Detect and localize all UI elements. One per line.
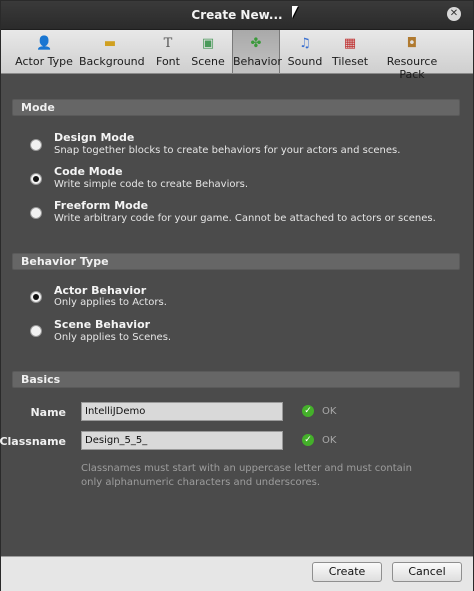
scene-icon: ▣	[201, 36, 215, 51]
create-button[interactable]: Create	[312, 562, 382, 582]
actor-behavior-title[interactable]: Actor Behavior	[54, 284, 146, 297]
classname-status: OK	[322, 435, 337, 446]
classname-label: Classname	[0, 435, 66, 448]
font-icon: T	[163, 36, 173, 51]
actor-icon: 👤	[36, 36, 53, 51]
tab-sound[interactable]: ♫ Sound	[286, 30, 324, 73]
tab-tileset[interactable]: ▦ Tileset	[329, 30, 371, 73]
checkmark-icon: ✓	[302, 434, 314, 446]
tab-actor-type[interactable]: 👤 Actor Type	[9, 30, 79, 73]
background-icon: ▬	[103, 36, 117, 51]
behavior-icon: ✤	[250, 36, 262, 51]
actor-behavior-desc: Only applies to Actors.	[54, 297, 167, 308]
create-new-dialog: Create New... ✕ 👤 Actor Type ▬ Backgroun…	[0, 0, 474, 591]
name-label: Name	[30, 406, 66, 419]
classname-input[interactable]	[81, 431, 283, 450]
mouse-cursor-icon	[292, 6, 298, 18]
tab-label: Font	[156, 55, 180, 68]
tab-label: Tileset	[331, 55, 369, 68]
tab-label: Behavior	[233, 55, 282, 68]
tab-label: Background	[79, 55, 145, 68]
tab-resource-pack[interactable]: ◘ Resource Pack	[374, 30, 450, 81]
resource-type-toolbar: 👤 Actor Type ▬ Background T Font ▣ Scene…	[1, 30, 473, 81]
code-mode-title[interactable]: Code Mode	[54, 165, 123, 178]
behavior-type-section-header: Behavior Type	[12, 253, 460, 270]
design-mode-desc: Snap together blocks to create behaviors…	[54, 145, 401, 156]
scene-behavior-radio[interactable]	[30, 325, 42, 337]
basics-section-header: Basics	[12, 371, 460, 388]
tab-label: Actor Type	[15, 55, 73, 68]
checkmark-icon: ✓	[302, 405, 314, 417]
code-mode-radio[interactable]	[30, 173, 42, 185]
tab-scene[interactable]: ▣ Scene	[189, 30, 227, 73]
tab-label: Sound	[287, 55, 323, 68]
code-mode-desc: Write simple code to create Behaviors.	[54, 179, 248, 190]
name-input[interactable]	[81, 402, 283, 421]
tileset-icon: ▦	[343, 36, 357, 51]
actor-behavior-radio[interactable]	[30, 291, 42, 303]
tab-label: Scene	[191, 55, 225, 68]
scene-behavior-title[interactable]: Scene Behavior	[54, 318, 150, 331]
sound-icon: ♫	[299, 36, 311, 51]
tab-label: Resource Pack	[386, 55, 438, 81]
freeform-mode-desc: Write arbitrary code for your game. Cann…	[54, 213, 436, 224]
tab-font[interactable]: T Font	[150, 30, 186, 73]
mode-section-header: Mode	[12, 99, 460, 116]
name-status: OK	[322, 406, 337, 417]
freeform-mode-title[interactable]: Freeform Mode	[54, 199, 148, 212]
resource-pack-icon: ◘	[406, 36, 418, 51]
design-mode-title[interactable]: Design Mode	[54, 131, 134, 144]
close-icon[interactable]: ✕	[447, 7, 461, 21]
freeform-mode-radio[interactable]	[30, 207, 42, 219]
design-mode-radio[interactable]	[30, 139, 42, 151]
cancel-button[interactable]: Cancel	[392, 562, 462, 582]
tab-background[interactable]: ▬ Background	[79, 30, 145, 73]
tab-behavior[interactable]: ✤ Behavior	[232, 30, 282, 73]
dialog-title: Create New...	[191, 8, 283, 22]
classname-hint: Classnames must start with an uppercase …	[81, 463, 412, 488]
dialog-footer: Create Cancel	[1, 556, 473, 591]
scene-behavior-desc: Only applies to Scenes.	[54, 332, 172, 343]
title-bar: Create New... ✕	[1, 1, 473, 30]
